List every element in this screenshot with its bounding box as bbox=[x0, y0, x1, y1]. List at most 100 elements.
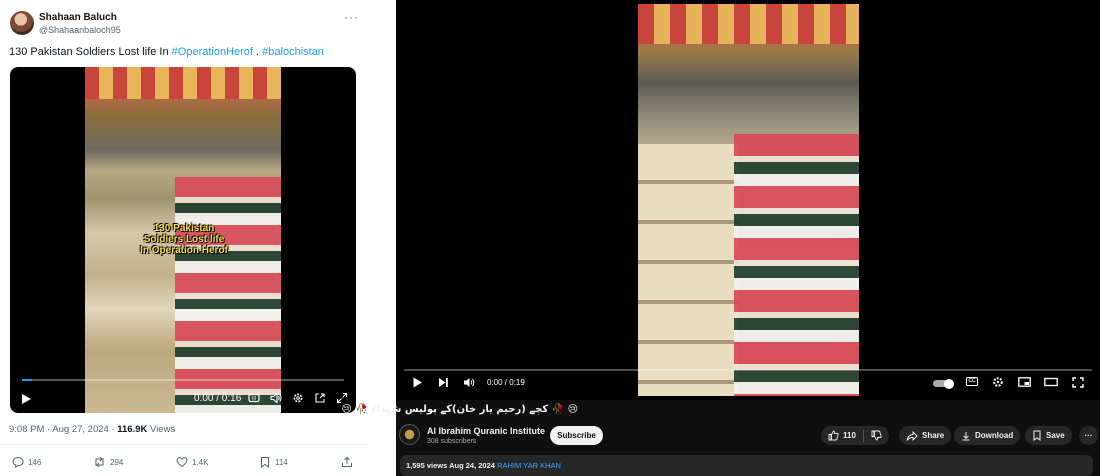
volume-icon bbox=[270, 392, 282, 404]
cc-icon: CC bbox=[968, 378, 976, 384]
tweet-text: 130 Pakistan Soldiers Lost life In #Oper… bbox=[9, 46, 324, 58]
reply-button[interactable]: 146 bbox=[12, 456, 41, 468]
save-button[interactable]: Save bbox=[1025, 426, 1072, 445]
repost-count: 294 bbox=[110, 457, 124, 467]
share-arrow-icon bbox=[906, 430, 918, 441]
channel-avatar[interactable] bbox=[399, 424, 420, 445]
caption-line: Soldiers Lost life bbox=[143, 234, 225, 245]
author-name[interactable]: Shahaan Baluch bbox=[39, 12, 117, 23]
youtube-video-player[interactable]: 0:00 / 0:19 CC bbox=[396, 0, 1100, 400]
more-actions-button[interactable]: ··· bbox=[1079, 426, 1098, 445]
views-label: Views bbox=[147, 424, 176, 435]
subscriber-count: 308 subscribers bbox=[427, 438, 477, 445]
tweet-video-player[interactable]: 130 Pakistan Soldiers Lost life In Opera… bbox=[10, 67, 356, 413]
skip-next-icon bbox=[439, 378, 448, 387]
captions-icon bbox=[248, 393, 260, 403]
next-button[interactable] bbox=[438, 377, 449, 388]
views-and-date: 1,595 views Aug 24, 2024 bbox=[406, 461, 495, 470]
play-button[interactable] bbox=[412, 377, 423, 388]
description-meta: 1,595 views Aug 24, 2024 RAHIM YAR KHAN bbox=[406, 461, 561, 470]
save-playlist-icon bbox=[1033, 430, 1041, 441]
gear-icon bbox=[293, 393, 303, 403]
youtube-panel: 0:00 / 0:19 CC 😢 🥀 کچے (رحیم یار خان)کے … bbox=[342, 0, 1100, 476]
avatar[interactable] bbox=[10, 11, 34, 35]
timestamp-text[interactable]: 9:08 PM · Aug 27, 2024 · bbox=[9, 424, 117, 435]
volume-icon bbox=[464, 378, 475, 387]
fullscreen-button[interactable] bbox=[336, 392, 348, 404]
download-label: Download bbox=[975, 431, 1014, 440]
repost-icon bbox=[95, 456, 104, 468]
repost-button[interactable]: 294 bbox=[93, 456, 123, 468]
settings-button[interactable] bbox=[292, 392, 304, 404]
video-time: 0:00 / 0:19 bbox=[487, 378, 525, 387]
reply-count: 146 bbox=[28, 457, 42, 467]
hashtag-link[interactable]: #OperationHerof bbox=[172, 46, 253, 58]
download-button[interactable]: Download bbox=[954, 426, 1021, 445]
video-frame: 130 Pakistan Soldiers Lost life In Opera… bbox=[85, 67, 281, 413]
bookmark-icon bbox=[261, 457, 269, 468]
gear-icon bbox=[993, 377, 1003, 387]
settings-button[interactable] bbox=[992, 376, 1004, 388]
author-handle[interactable]: @Shahaanbaloch95 bbox=[39, 25, 121, 35]
volume-button[interactable] bbox=[270, 392, 282, 404]
wreath-row bbox=[734, 134, 859, 396]
more-icon: ··· bbox=[1084, 431, 1093, 440]
captions-button[interactable] bbox=[248, 392, 260, 404]
like-dislike-group: 110 bbox=[821, 426, 889, 445]
save-label: Save bbox=[1046, 431, 1065, 440]
like-button[interactable]: 110 bbox=[828, 430, 856, 441]
volume-button[interactable] bbox=[463, 377, 475, 388]
pip-button[interactable] bbox=[314, 392, 326, 404]
video-title: 😢 🥀 کچے (رحیم یار خان)کے پولیس شہداء 🥀 😢 bbox=[341, 404, 578, 415]
tweet-card: Shahaan Baluch @Shahaanbaloch95 ··· 130 … bbox=[0, 0, 368, 476]
subscribe-button[interactable]: Subscribe bbox=[550, 426, 603, 445]
views-count: 116.9K bbox=[117, 424, 148, 435]
video-time: 0:00 / 0:16 bbox=[194, 393, 242, 404]
share-label: Share bbox=[922, 431, 945, 440]
coffin-row bbox=[638, 144, 738, 396]
miniplayer-icon bbox=[1018, 377, 1031, 387]
share-button[interactable]: Share bbox=[899, 426, 952, 445]
tweet-timestamp: 9:08 PM · Aug 27, 2024 · 116.9K Views bbox=[9, 424, 175, 435]
dislike-button[interactable] bbox=[871, 430, 882, 441]
progress-fill bbox=[22, 379, 32, 381]
video-caption: 130 Pakistan Soldiers Lost life In Opera… bbox=[129, 223, 239, 256]
video-progress-bar[interactable] bbox=[22, 379, 344, 381]
play-icon bbox=[413, 377, 422, 388]
share-button[interactable] bbox=[341, 456, 353, 468]
more-options-icon[interactable]: ··· bbox=[344, 10, 359, 24]
fullscreen-icon bbox=[1072, 377, 1084, 388]
theater-icon bbox=[1044, 377, 1058, 387]
like-count: 1.4K bbox=[192, 457, 209, 467]
play-button[interactable] bbox=[20, 393, 32, 405]
tweet-text-middle: . bbox=[252, 46, 263, 58]
pip-icon bbox=[315, 393, 325, 403]
captions-button[interactable]: CC bbox=[966, 377, 978, 386]
divider bbox=[0, 444, 368, 445]
fullscreen-button[interactable] bbox=[1072, 377, 1084, 388]
divider bbox=[862, 429, 864, 442]
video-frame bbox=[638, 4, 859, 396]
expand-icon bbox=[336, 392, 348, 404]
like-button[interactable]: 1.4K bbox=[176, 456, 208, 468]
caption-line: In Operation Herof bbox=[140, 245, 228, 256]
tent-canopy bbox=[638, 4, 859, 44]
video-progress-bar[interactable] bbox=[404, 369, 1092, 371]
miniplayer-button[interactable] bbox=[1018, 377, 1031, 387]
caption-line: 130 Pakistan bbox=[153, 223, 215, 234]
thumbs-up-icon bbox=[828, 430, 839, 441]
channel-name[interactable]: Al Ibrahim Quranic Institute bbox=[427, 426, 545, 436]
tent-canopy bbox=[85, 67, 281, 99]
theater-mode-button[interactable] bbox=[1044, 377, 1058, 387]
bookmark-button[interactable]: 114 bbox=[259, 456, 288, 468]
hashtag-link[interactable]: #balochistan bbox=[262, 46, 324, 58]
thumbs-down-icon bbox=[871, 430, 882, 441]
location-link[interactable]: RAHIM YAR KHAN bbox=[497, 461, 561, 470]
tweet-text-prefix: 130 Pakistan Soldiers Lost life In bbox=[9, 46, 172, 58]
download-icon bbox=[962, 431, 970, 440]
heart-icon bbox=[176, 457, 188, 468]
description-box[interactable]: 1,595 views Aug 24, 2024 RAHIM YAR KHAN bbox=[400, 455, 1093, 476]
bookmark-count: 114 bbox=[275, 457, 288, 467]
autoplay-toggle[interactable] bbox=[933, 378, 954, 389]
like-count: 110 bbox=[843, 431, 856, 440]
